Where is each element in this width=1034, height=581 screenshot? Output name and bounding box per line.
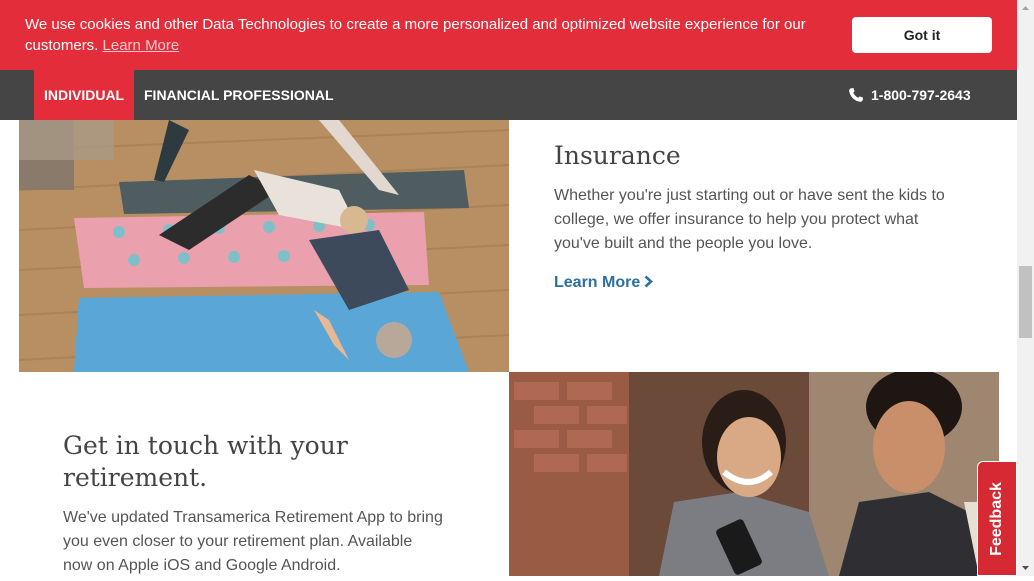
cookie-message: We use cookies and other Data Technologi… (25, 14, 815, 56)
chevron-right-icon (644, 275, 654, 288)
feedback-tab[interactable]: Feedback (977, 461, 1017, 576)
cookie-banner: We use cookies and other Data Technologi… (0, 0, 1017, 70)
family-yoga-photo (19, 120, 509, 372)
cookie-learn-more-link[interactable]: Learn More (103, 37, 180, 54)
app-promo-heading: Get in touch with your retirement. (63, 431, 348, 492)
phone-icon (849, 88, 863, 102)
friends-phone-photo (509, 372, 999, 576)
tab-individual[interactable]: INDIVIDUAL (34, 70, 135, 120)
insurance-learn-more-label: Learn More (554, 274, 641, 291)
scroll-down-arrow[interactable] (1017, 559, 1034, 576)
page-scrollbar[interactable] (1017, 0, 1034, 576)
scrollbar-thumb[interactable] (1019, 266, 1032, 338)
tab-financial-professional[interactable]: FINANCIAL PROFESSIONAL (134, 70, 344, 120)
triangle-up-icon (1022, 6, 1029, 10)
friends-phone-illustration (509, 372, 999, 576)
triangle-down-icon (1022, 566, 1029, 570)
insurance-description: Whether you're just starting out or have… (554, 187, 945, 252)
nav-bar: INDIVIDUAL FINANCIAL PROFESSIONAL 1-800-… (0, 70, 1017, 120)
got-it-button[interactable]: Got it (852, 17, 992, 53)
insurance-learn-more-link[interactable]: Learn More (554, 274, 654, 292)
insurance-heading: Insurance (554, 141, 681, 170)
phone-link[interactable]: 1-800-797-2643 (848, 70, 971, 120)
app-promo-description: We've updated Transamerica Retirement Ap… (63, 509, 443, 574)
feedback-label: Feedback (988, 481, 1005, 556)
family-yoga-illustration (19, 120, 509, 372)
phone-number: 1-800-797-2643 (871, 87, 971, 103)
scroll-up-arrow[interactable] (1017, 0, 1034, 17)
